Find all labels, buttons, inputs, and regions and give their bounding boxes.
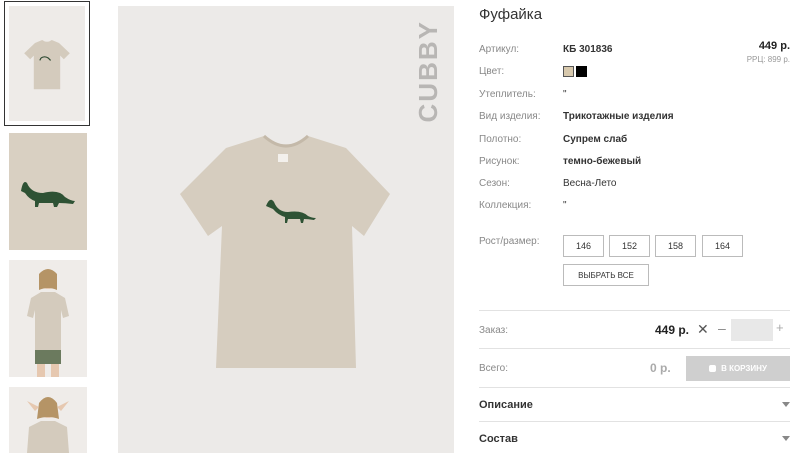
quantity-input[interactable]: [731, 319, 773, 341]
thumbnail-dino-print[interactable]: [9, 133, 87, 250]
order-price: 449 р.: [655, 323, 690, 337]
attr-value: Супрем слаб: [563, 134, 628, 145]
size-button-164[interactable]: 164: [702, 235, 743, 257]
size-button-146[interactable]: 146: [563, 235, 604, 257]
total-label: Всего:: [479, 363, 508, 374]
product-details: Фуфайка 449 р. РРЦ: 899 р. Артикул: КБ 3…: [479, 0, 800, 453]
divider: [479, 421, 790, 422]
thumbnail-model-front[interactable]: [9, 260, 87, 377]
main-product-image: CUBBY: [118, 6, 454, 453]
product-title: Фуфайка: [479, 6, 543, 23]
color-swatch-beige[interactable]: [563, 66, 574, 77]
decrement-button[interactable]: –: [718, 320, 726, 336]
select-all-button[interactable]: ВЫБРАТЬ ВСЕ: [563, 264, 649, 286]
chevron-down-icon[interactable]: [782, 402, 790, 407]
order-label: Заказ:: [479, 325, 509, 336]
attr-label: Вид изделия:: [479, 111, 541, 122]
product-price: 449 р.: [758, 40, 790, 52]
cart-icon: [709, 365, 717, 372]
attr-label: Рисунок:: [479, 156, 520, 167]
attr-label: Сезон:: [479, 178, 510, 189]
attr-value: Трикотажные изделия: [563, 111, 674, 122]
thumbnail-gallery: [0, 0, 95, 453]
divider: [479, 348, 790, 349]
attr-value: КБ 301836: [563, 44, 613, 55]
attr-value: темно-бежевый: [563, 156, 642, 167]
attr-label: Коллекция:: [479, 200, 532, 211]
increment-button[interactable]: +: [776, 320, 784, 335]
thumbnail-image: [9, 6, 85, 121]
attr-value: Весна-Лето: [563, 178, 617, 189]
divider: [479, 310, 790, 311]
size-label: Рост/размер:: [479, 236, 540, 247]
recommended-price: РРЦ: 899 р.: [746, 55, 790, 64]
attr-value: ": [563, 200, 567, 211]
add-to-cart-button[interactable]: В КОРЗИНУ: [686, 356, 790, 381]
divider: [479, 387, 790, 388]
color-swatch-black[interactable]: [576, 66, 587, 77]
size-button-158[interactable]: 158: [655, 235, 696, 257]
thumbnail-model-pose[interactable]: [9, 387, 87, 453]
accordion-description[interactable]: Описание: [479, 399, 533, 411]
accordion-composition[interactable]: Состав: [479, 433, 518, 445]
attr-label: Утеплитель:: [479, 89, 536, 100]
chevron-down-icon[interactable]: [782, 436, 790, 441]
attr-label: Цвет:: [479, 66, 505, 77]
attr-label: Полотно:: [479, 134, 522, 145]
attr-label: Артикул:: [479, 44, 520, 55]
size-button-152[interactable]: 152: [609, 235, 650, 257]
thumbnail-tshirt-front[interactable]: [4, 1, 90, 126]
tshirt-illustration: [180, 134, 390, 368]
brand-watermark: CUBBY: [413, 20, 443, 123]
attr-value: ": [563, 89, 567, 100]
multiply-icon: ✕: [697, 321, 709, 337]
add-to-cart-label: В КОРЗИНУ: [721, 364, 767, 373]
total-value: 0 р.: [650, 361, 671, 375]
color-swatches: [563, 66, 589, 77]
